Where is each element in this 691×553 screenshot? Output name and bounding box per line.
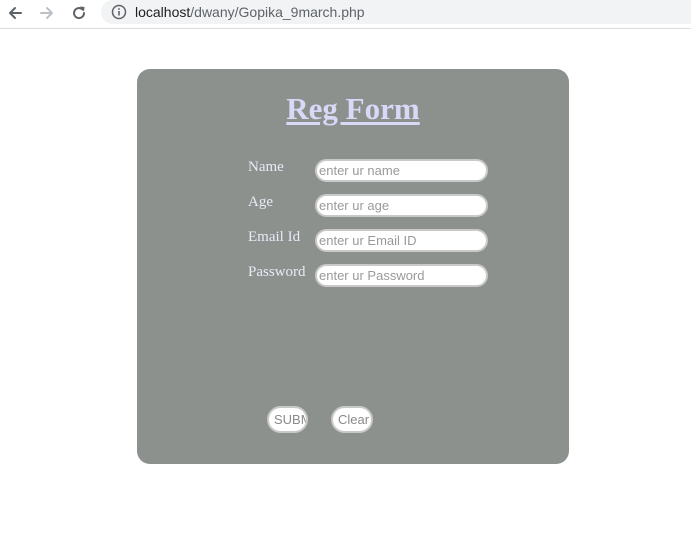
forward-arrow-icon[interactable] (36, 2, 58, 24)
clear-button[interactable]: Clear (331, 406, 373, 433)
age-label: Age (248, 194, 273, 210)
back-arrow-icon[interactable] (4, 2, 26, 24)
submit-button[interactable]: SUBMIT (267, 406, 308, 433)
age-input[interactable] (315, 194, 488, 217)
password-label: Password (248, 264, 306, 280)
url-host: localhost (135, 4, 191, 20)
site-info-icon[interactable] (111, 4, 127, 20)
reload-icon[interactable] (68, 2, 90, 24)
email-input[interactable] (315, 229, 488, 252)
password-input[interactable] (315, 264, 488, 287)
address-bar[interactable]: localhost/dwany/Gopika_9march.php (101, 0, 691, 24)
email-label: Email Id (248, 229, 301, 245)
name-input[interactable] (315, 159, 488, 182)
reg-form-card: Reg Form Name Age Email Id Password SUBM… (137, 69, 569, 464)
browser-toolbar: localhost/dwany/Gopika_9march.php (0, 0, 691, 29)
name-label: Name (248, 159, 284, 175)
form-title: Reg Form (286, 91, 420, 126)
url-text: localhost/dwany/Gopika_9march.php (135, 4, 365, 20)
url-path: /dwany/Gopika_9march.php (190, 4, 365, 20)
